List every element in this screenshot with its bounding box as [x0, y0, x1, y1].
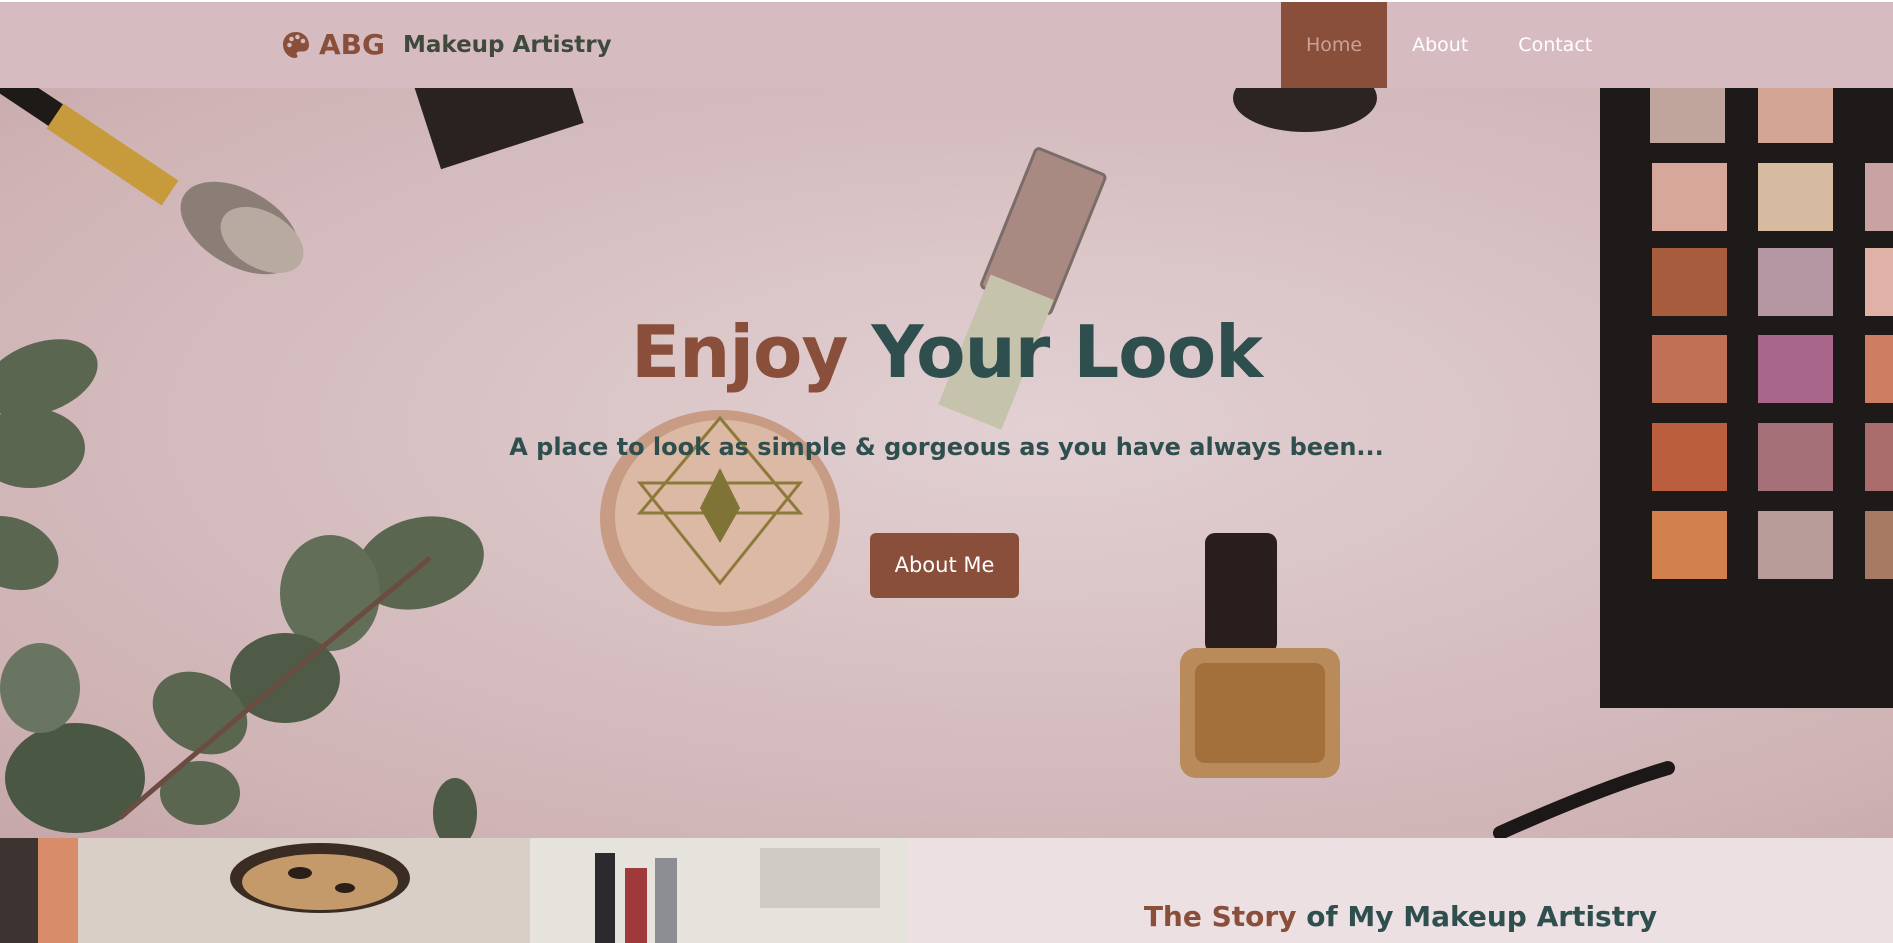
hero-title-part2: Your Look: [871, 310, 1264, 394]
hero-title: Enjoy Your Look: [0, 310, 1893, 394]
nav-links: Home About Contact: [1281, 2, 1617, 88]
nav-contact-link[interactable]: Contact: [1493, 2, 1617, 88]
eucalyptus-leaves-image: [0, 339, 484, 838]
brand-abg-text: ABG: [319, 28, 385, 61]
about-me-button[interactable]: About Me: [870, 533, 1019, 598]
hero-section: Enjoy Your Look A place to look as simpl…: [0, 88, 1893, 838]
hero-background-image: [0, 88, 1893, 838]
brand-name-text: Makeup Artistry: [403, 31, 612, 58]
eyeshadow-palette-image: [1600, 88, 1893, 708]
story-title-part1: The Story: [1143, 900, 1297, 933]
story-title: The Story of My Makeup Artistry: [908, 900, 1893, 933]
story-panel: The Story of My Makeup Artistry: [908, 838, 1893, 943]
hero-title-part1: Enjoy: [630, 310, 849, 394]
hero-subtitle: A place to look as simple & gorgeous as …: [509, 433, 1384, 461]
brand-logo[interactable]: ABG Makeup Artistry: [281, 28, 612, 61]
story-image: [0, 838, 908, 943]
top-navbar: ABG Makeup Artistry Home About Contact: [0, 0, 1893, 88]
story-title-part2: of My Makeup Artistry: [1306, 900, 1658, 933]
palette-icon: [283, 31, 309, 58]
makeup-flatlay-image: [0, 838, 908, 943]
nav-about-link[interactable]: About: [1387, 2, 1493, 88]
nav-home-link[interactable]: Home: [1281, 2, 1388, 88]
nail-polish-image: [1180, 533, 1340, 778]
makeup-brush-image: [0, 88, 304, 275]
